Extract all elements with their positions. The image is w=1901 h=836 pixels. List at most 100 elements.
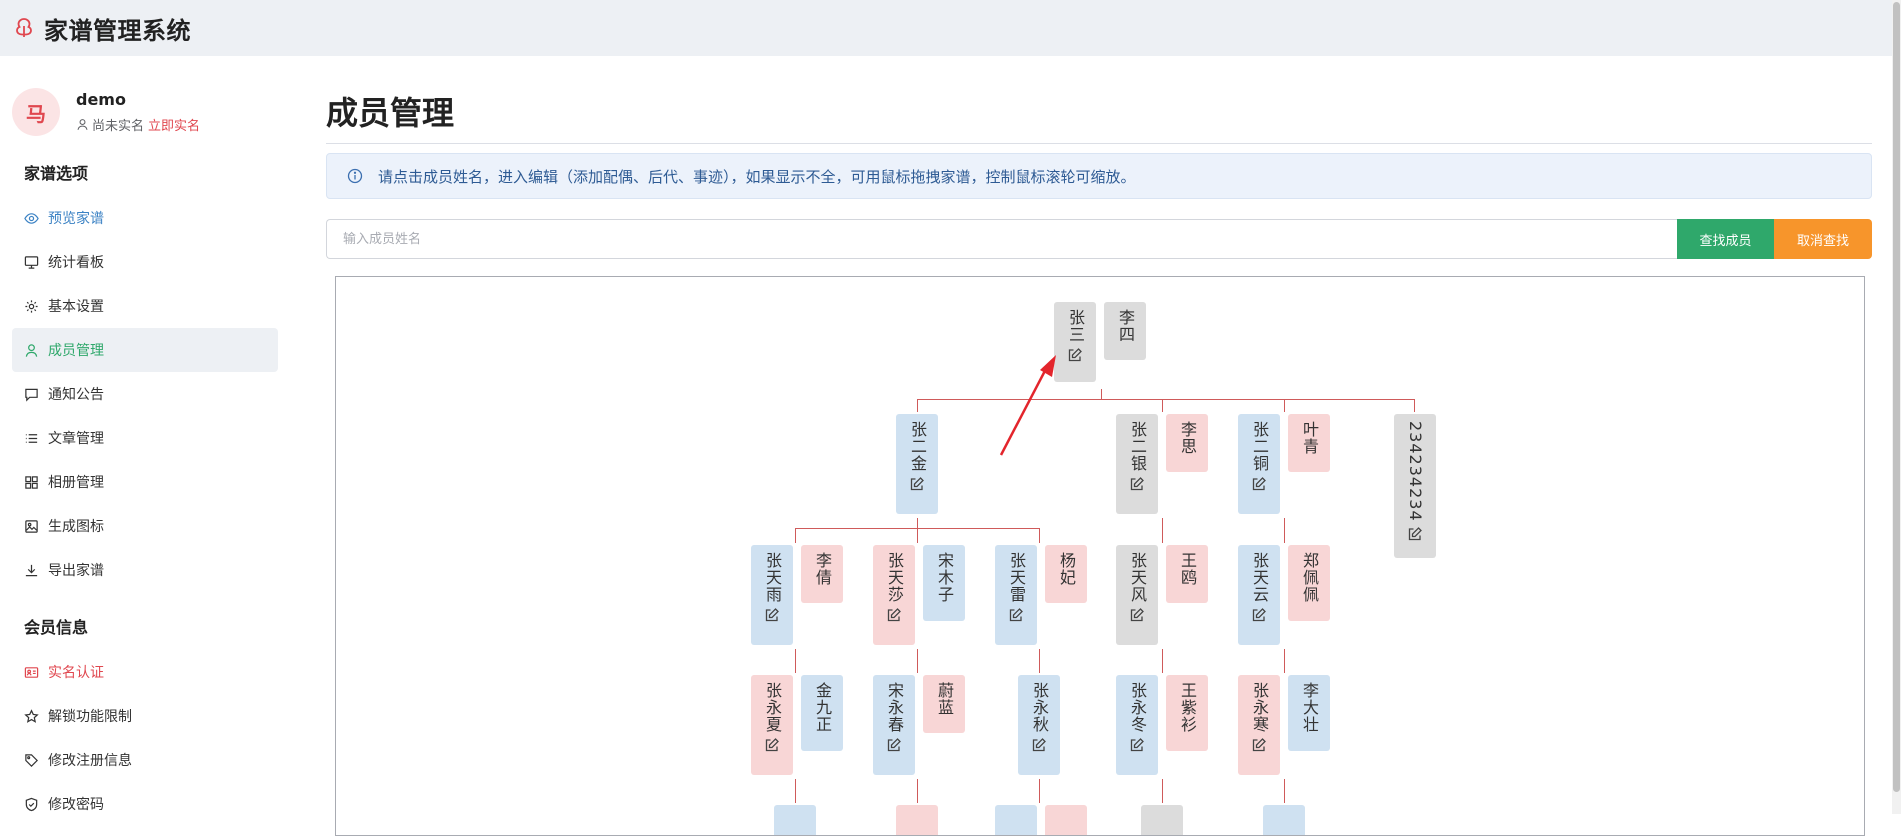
edit-icon[interactable] bbox=[1008, 607, 1024, 623]
tree-node-male[interactable]: 张永冬 bbox=[1116, 675, 1158, 775]
member-name[interactable]: 张二金 bbox=[907, 421, 927, 472]
tree-node-spouse[interactable]: 李倩 bbox=[801, 545, 843, 603]
sidebar-item-label: 实名认证 bbox=[48, 665, 104, 681]
edit-icon[interactable] bbox=[1251, 737, 1267, 753]
edit-icon[interactable] bbox=[1129, 737, 1145, 753]
tree-node-spouse[interactable]: 李四 bbox=[1104, 302, 1146, 360]
member-name[interactable]: 张永秋 bbox=[1029, 682, 1049, 733]
vertical-scrollbar[interactable] bbox=[1892, 0, 1901, 814]
chat-icon bbox=[25, 388, 38, 402]
family-tree-canvas[interactable]: 张三 李四 张二金 张二银 李思 张二铜 叶青 23423423​4 bbox=[335, 276, 1865, 836]
tree-node-male[interactable]: 张天雷 bbox=[995, 545, 1037, 645]
member-name[interactable]: 王鸥 bbox=[1177, 552, 1197, 586]
edit-icon[interactable] bbox=[764, 607, 780, 623]
sidebar-item-articles[interactable]: 文章管理 bbox=[12, 416, 278, 460]
member-name[interactable]: 李思 bbox=[1177, 421, 1197, 455]
member-name[interactable]: 蔚蓝 bbox=[934, 682, 954, 716]
cancel-search-button[interactable]: 取消查找 bbox=[1774, 219, 1872, 259]
tree-node-female[interactable]: 张永夏 bbox=[751, 675, 793, 775]
tree-node-male[interactable] bbox=[774, 805, 816, 835]
tree-node-spouse[interactable]: 李思 bbox=[1166, 414, 1208, 472]
tree-node-male[interactable]: 23423423​4 bbox=[1394, 414, 1436, 558]
edit-icon[interactable] bbox=[1129, 607, 1145, 623]
tree-node-male[interactable] bbox=[1141, 805, 1183, 835]
member-name[interactable]: 张天雨 bbox=[762, 552, 782, 603]
edit-icon[interactable] bbox=[1407, 526, 1423, 542]
member-name[interactable]: 张永冬 bbox=[1127, 682, 1147, 733]
tree-node-spouse[interactable]: 宋木子 bbox=[923, 545, 965, 621]
member-search-input[interactable] bbox=[326, 219, 1677, 259]
tree-node-spouse[interactable]: 郑佩佩 bbox=[1288, 545, 1330, 621]
sidebar-item-albums[interactable]: 相册管理 bbox=[12, 460, 278, 504]
tree-node-spouse[interactable]: 王紫衫 bbox=[1166, 675, 1208, 751]
member-name[interactable]: 王紫衫 bbox=[1177, 682, 1197, 733]
member-name[interactable]: 23423423​4 bbox=[1405, 421, 1425, 522]
member-name[interactable]: 金九正 bbox=[812, 682, 832, 733]
edit-icon[interactable] bbox=[1251, 476, 1267, 492]
tree-node-male[interactable]: 张二银 bbox=[1116, 414, 1158, 514]
tree-node-spouse[interactable]: 王鸥 bbox=[1166, 545, 1208, 603]
edit-icon[interactable] bbox=[909, 476, 925, 492]
edit-icon[interactable] bbox=[1031, 737, 1047, 753]
sidebar-item-unlock[interactable]: 解锁功能限制 bbox=[12, 694, 278, 738]
member-name[interactable]: 李倩 bbox=[812, 552, 832, 586]
tree-node-female[interactable]: 张永寒 bbox=[1238, 675, 1280, 775]
member-name[interactable]: 宋永春 bbox=[884, 682, 904, 733]
tree-node-male[interactable]: 张天雨 bbox=[751, 545, 793, 645]
tree-node-spouse[interactable]: 蔚蓝 bbox=[923, 675, 965, 733]
tree-node-male[interactable]: 张永秋 bbox=[1018, 675, 1060, 775]
member-name[interactable]: 张永夏 bbox=[762, 682, 782, 733]
tree-node-male[interactable]: 张天风 bbox=[1116, 545, 1158, 645]
member-name[interactable]: 李大壮 bbox=[1299, 682, 1319, 733]
sidebar-item-change-password[interactable]: 修改密码 bbox=[12, 782, 278, 826]
member-name[interactable]: 宋木子 bbox=[934, 552, 954, 603]
edit-icon[interactable] bbox=[1067, 347, 1083, 363]
title-divider bbox=[326, 143, 1872, 144]
member-name[interactable]: 张天雷 bbox=[1006, 552, 1026, 603]
find-member-button[interactable]: 查找成员 bbox=[1677, 219, 1774, 259]
member-name[interactable]: 李四 bbox=[1115, 309, 1135, 343]
member-name[interactable]: 张永寒 bbox=[1249, 682, 1269, 733]
edit-icon[interactable] bbox=[1251, 607, 1267, 623]
member-name[interactable]: 叶青 bbox=[1299, 421, 1319, 455]
tree-node-spouse[interactable]: 杨妃 bbox=[1045, 545, 1087, 603]
tree-node-spouse[interactable] bbox=[1045, 805, 1087, 835]
edit-icon[interactable] bbox=[764, 737, 780, 753]
verify-now-link[interactable]: 立即实名 bbox=[148, 115, 200, 134]
member-name[interactable]: 郑佩佩 bbox=[1299, 552, 1319, 603]
sidebar-item-notices[interactable]: 通知公告 bbox=[12, 372, 278, 416]
edit-icon[interactable] bbox=[886, 607, 902, 623]
tag-icon bbox=[25, 753, 38, 767]
member-name[interactable]: 张二银 bbox=[1127, 421, 1147, 472]
member-name[interactable]: 张二铜 bbox=[1249, 421, 1269, 472]
user-status: 尚未实名 立即实名 bbox=[76, 115, 200, 134]
sidebar-item-preview[interactable]: 预览家谱 bbox=[12, 196, 278, 240]
member-name[interactable]: 张天云 bbox=[1249, 552, 1269, 603]
sidebar-item-settings[interactable]: 基本设置 bbox=[12, 284, 278, 328]
tree-node-female[interactable]: 张天莎 bbox=[873, 545, 915, 645]
tree-node-male[interactable]: 张二铜 bbox=[1238, 414, 1280, 514]
member-name[interactable]: 张三 bbox=[1065, 309, 1085, 343]
edit-icon[interactable] bbox=[886, 737, 902, 753]
tree-node-spouse[interactable]: 李大壮 bbox=[1288, 675, 1330, 751]
member-name[interactable]: 杨妃 bbox=[1056, 552, 1076, 586]
tree-node-female[interactable] bbox=[896, 805, 938, 835]
avatar[interactable]: 马 bbox=[12, 88, 60, 136]
sidebar-item-export[interactable]: 导出家谱 bbox=[12, 548, 278, 592]
sidebar-item-members[interactable]: 成员管理 bbox=[12, 328, 278, 372]
tree-node-spouse[interactable]: 叶青 bbox=[1288, 414, 1330, 472]
member-name[interactable]: 张天莎 bbox=[884, 552, 904, 603]
tree-node-male[interactable]: 张天云 bbox=[1238, 545, 1280, 645]
member-name[interactable]: 张天风 bbox=[1127, 552, 1147, 603]
tree-node-male[interactable]: 张二金 bbox=[896, 414, 938, 514]
tree-node-male[interactable]: 宋永春 bbox=[873, 675, 915, 775]
sidebar-item-dashboard[interactable]: 统计看板 bbox=[12, 240, 278, 284]
tree-node-spouse[interactable]: 金九正 bbox=[801, 675, 843, 751]
sidebar-item-generate-icon[interactable]: 生成图标 bbox=[12, 504, 278, 548]
sidebar-item-edit-registration[interactable]: 修改注册信息 bbox=[12, 738, 278, 782]
tree-node-male[interactable] bbox=[1263, 805, 1305, 835]
tree-node-male[interactable] bbox=[995, 805, 1037, 835]
edit-icon[interactable] bbox=[1129, 476, 1145, 492]
scrollbar-thumb[interactable] bbox=[1893, 2, 1900, 792]
sidebar-item-verification[interactable]: 实名认证 bbox=[12, 650, 278, 694]
